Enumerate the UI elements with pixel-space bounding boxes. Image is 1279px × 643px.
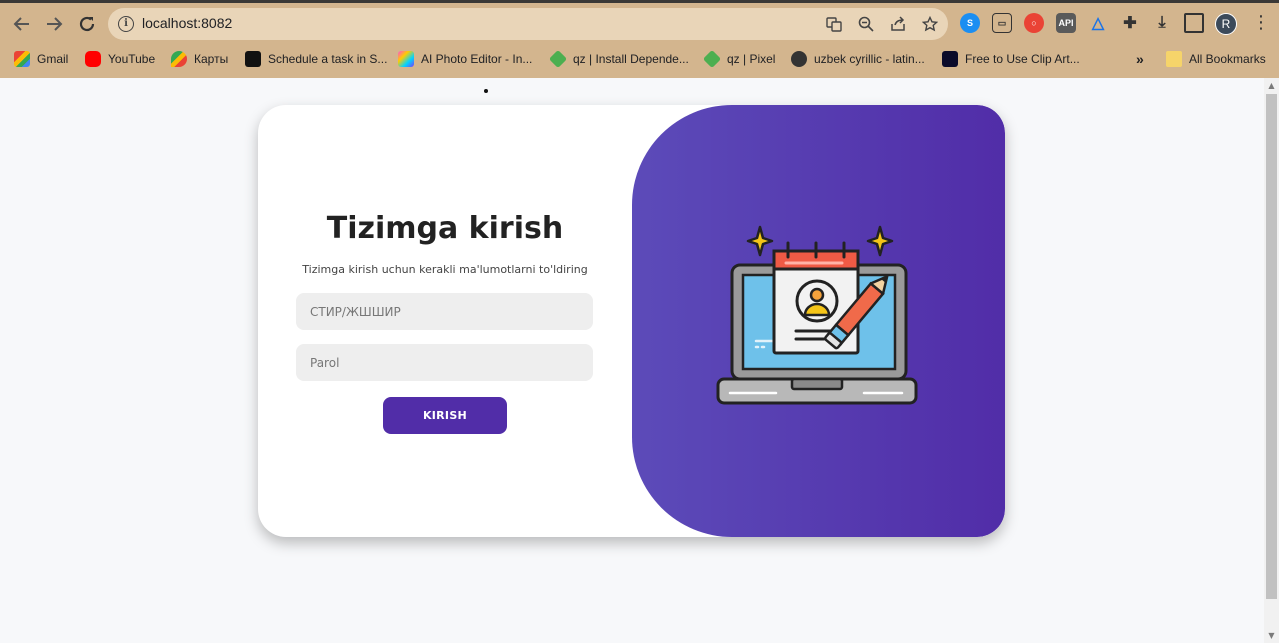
photo-editor-icon [398,51,414,67]
bookmark-label: Free to Use Clip Art... [965,52,1080,66]
puzzle-icon[interactable]: ✚ [1120,13,1140,33]
bookmarks-bar: Gmail YouTube Карты Schedule a task in S… [0,46,1279,72]
bookmark-maps[interactable]: Карты [171,50,228,68]
download-icon[interactable]: ⤓ [1152,13,1172,33]
browser-toolbar: i localhost:8082 S ▭ ○ API △ ✚ ⤓ R ⋮ Gma… [0,0,1279,78]
folder-icon [1166,51,1182,67]
bookmark-photo-editor[interactable]: AI Photo Editor - In... [398,50,532,68]
more-bookmarks-button[interactable]: » [1136,50,1144,68]
login-card: Tizimga kirish Tizimga kirish uchun kera… [258,105,1005,537]
menu-kebab-icon[interactable]: ⋮ [1252,13,1270,35]
tin-input[interactable] [296,293,593,330]
bookmark-label: qz | Install Depende... [573,52,689,66]
all-bookmarks-label: All Bookmarks [1189,52,1266,66]
scroll-down-icon[interactable]: ▼ [1267,631,1276,640]
bookmark-label: AI Photo Editor - In... [421,52,533,66]
youtube-icon [85,51,101,67]
side-panel-icon[interactable] [1184,13,1204,33]
triangle-icon[interactable]: △ [1088,13,1108,33]
bookmark-youtube[interactable]: YouTube [85,50,155,68]
medium-icon [245,51,261,67]
forward-icon[interactable] [42,12,66,36]
globe-icon [791,51,807,67]
illustration-panel [632,105,1005,537]
shazam-icon[interactable]: S [960,13,980,33]
bookmark-label: uzbek cyrillic - latin... [814,52,925,66]
scrollbar-thumb[interactable] [1266,94,1277,599]
bookmark-gmail[interactable]: Gmail [14,50,68,68]
bookmark-label: Gmail [37,52,69,66]
login-form: Tizimga kirish Tizimga kirish uchun kera… [258,105,632,537]
gmail-icon [14,51,30,67]
login-subtitle: Tizimga kirish uchun kerakli ma'lumotlar… [302,263,588,276]
bookmark-qz-install[interactable]: qz | Install Depende... [548,49,689,69]
tab-strip-edge [0,0,1279,3]
qz-icon [548,49,568,69]
reload-icon[interactable] [75,12,99,36]
bookmark-star-icon[interactable] [920,14,940,34]
share-icon[interactable] [888,14,908,34]
url-text[interactable]: localhost:8082 [142,15,232,31]
api-icon[interactable]: API [1056,13,1076,33]
bookmark-clipart[interactable]: Free to Use Clip Art... [942,50,1080,68]
zoom-icon[interactable] [856,14,876,34]
bookmark-label: Карты [194,52,229,66]
clipart-icon [942,51,958,67]
bookmark-label: qz | Pixel [727,52,776,66]
site-info-icon[interactable]: i [118,16,134,32]
bookmark-label: Schedule a task in S... [268,52,388,66]
laptop-profile-illustration [716,225,918,405]
scroll-up-icon[interactable]: ▲ [1267,81,1276,90]
qz-icon [702,49,722,69]
bookmark-label: YouTube [108,52,156,66]
address-bar[interactable]: i localhost:8082 [108,8,948,40]
all-bookmarks[interactable]: All Bookmarks [1166,50,1266,68]
translate-icon[interactable] [824,14,844,34]
maps-icon [171,51,187,67]
page-scrollbar[interactable]: ▲ ▼ [1264,78,1279,643]
bookmark-uzbek-cyrillic[interactable]: uzbek cyrillic - latin... [791,50,925,68]
bookmark-medium[interactable]: Schedule a task in S... [245,50,387,68]
page-viewport: Tizimga kirish Tizimga kirish uchun kera… [0,78,1279,643]
record-icon[interactable]: ○ [1024,13,1044,33]
reader-icon[interactable]: ▭ [992,13,1012,33]
bookmark-qz-pixel[interactable]: qz | Pixel [702,49,776,69]
profile-avatar[interactable]: R [1215,13,1237,35]
back-icon[interactable] [10,12,34,36]
password-input[interactable] [296,344,593,381]
login-title: Tizimga kirish [326,211,564,246]
stray-dot [484,89,488,93]
login-button[interactable]: KIRISH [383,397,507,434]
